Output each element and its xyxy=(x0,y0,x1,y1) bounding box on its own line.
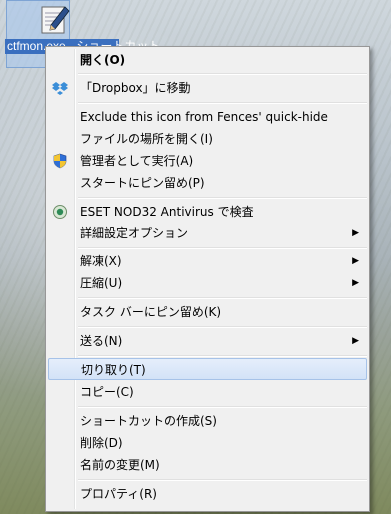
menu-item-label: 開く(O) xyxy=(80,53,126,67)
menu-item-compress[interactable]: 圧縮(U) ▶ xyxy=(48,272,367,294)
menu-item-create-shortcut[interactable]: ショートカットの作成(S) xyxy=(48,410,367,432)
menu-separator xyxy=(78,73,367,75)
eset-icon xyxy=(53,205,67,219)
menu-item-label: 管理者として実行(A) xyxy=(80,154,194,168)
menu-item-label: プロパティ(R) xyxy=(80,487,157,501)
menu-separator xyxy=(78,326,367,328)
notepad-pen-icon xyxy=(41,6,70,34)
dropbox-icon xyxy=(52,82,68,95)
menu-item-cut[interactable]: 切り取り(T) xyxy=(48,358,367,380)
menu-item-label: 「Dropbox」に移動 xyxy=(80,81,191,95)
menu-item-label: ファイルの場所を開く(I) xyxy=(80,132,213,146)
menu-separator xyxy=(78,479,367,481)
menu-item-label: Exclude this icon from Fences' quick-hid… xyxy=(80,110,328,124)
menu-separator xyxy=(78,247,367,249)
menu-separator xyxy=(78,297,367,299)
menu-item-label: 名前の変更(M) xyxy=(80,458,160,472)
menu-item-advanced-options[interactable]: 詳細設定オプション ▶ xyxy=(48,222,367,244)
menu-separator xyxy=(78,406,367,408)
submenu-arrow-icon: ▶ xyxy=(352,256,359,266)
menu-item-label: タスク バーにピン留め(K) xyxy=(80,305,222,319)
menu-item-label: 詳細設定オプション xyxy=(80,226,189,240)
menu-separator xyxy=(78,355,367,357)
menu-item-pin-to-start[interactable]: スタートにピン留め(P) xyxy=(48,172,367,194)
menu-item-open[interactable]: 開く(O) xyxy=(48,49,367,71)
menu-item-delete[interactable]: 削除(D) xyxy=(48,432,367,454)
context-menu: 開く(O) 「Dropbox」に移動 Exclude this icon fro… xyxy=(45,46,370,512)
menu-separator xyxy=(78,102,367,104)
menu-item-send-to[interactable]: 送る(N) ▶ xyxy=(48,330,367,352)
menu-separator xyxy=(78,197,367,199)
menu-item-label: 削除(D) xyxy=(80,436,123,450)
submenu-arrow-icon: ▶ xyxy=(352,336,359,346)
menu-item-label: 解凍(X) xyxy=(80,254,122,268)
menu-item-copy[interactable]: コピー(C) xyxy=(48,381,367,403)
uac-shield-icon xyxy=(53,153,67,169)
submenu-arrow-icon: ▶ xyxy=(352,278,359,288)
menu-item-label: 送る(N) xyxy=(80,334,123,348)
menu-item-dropbox-move[interactable]: 「Dropbox」に移動 xyxy=(48,77,367,99)
menu-item-label: ESET NOD32 Antivirus で検査 xyxy=(80,205,254,219)
menu-item-properties[interactable]: プロパティ(R) xyxy=(48,483,367,505)
menu-item-label: コピー(C) xyxy=(80,385,134,399)
menu-item-extract[interactable]: 解凍(X) ▶ xyxy=(48,250,367,272)
menu-item-rename[interactable]: 名前の変更(M) xyxy=(48,454,367,476)
menu-item-run-as-admin[interactable]: 管理者として実行(A) xyxy=(48,150,367,172)
menu-item-fences-exclude[interactable]: Exclude this icon from Fences' quick-hid… xyxy=(48,106,367,128)
menu-item-label: スタートにピン留め(P) xyxy=(80,176,205,190)
menu-item-eset-scan[interactable]: ESET NOD32 Antivirus で検査 xyxy=(48,201,367,223)
submenu-arrow-icon: ▶ xyxy=(352,228,359,238)
menu-item-label: 切り取り(T) xyxy=(81,363,146,377)
menu-item-label: 圧縮(U) xyxy=(80,276,123,290)
menu-item-label: ショートカットの作成(S) xyxy=(80,414,217,428)
menu-item-open-file-location[interactable]: ファイルの場所を開く(I) xyxy=(48,128,367,150)
menu-item-pin-to-taskbar[interactable]: タスク バーにピン留め(K) xyxy=(48,301,367,323)
